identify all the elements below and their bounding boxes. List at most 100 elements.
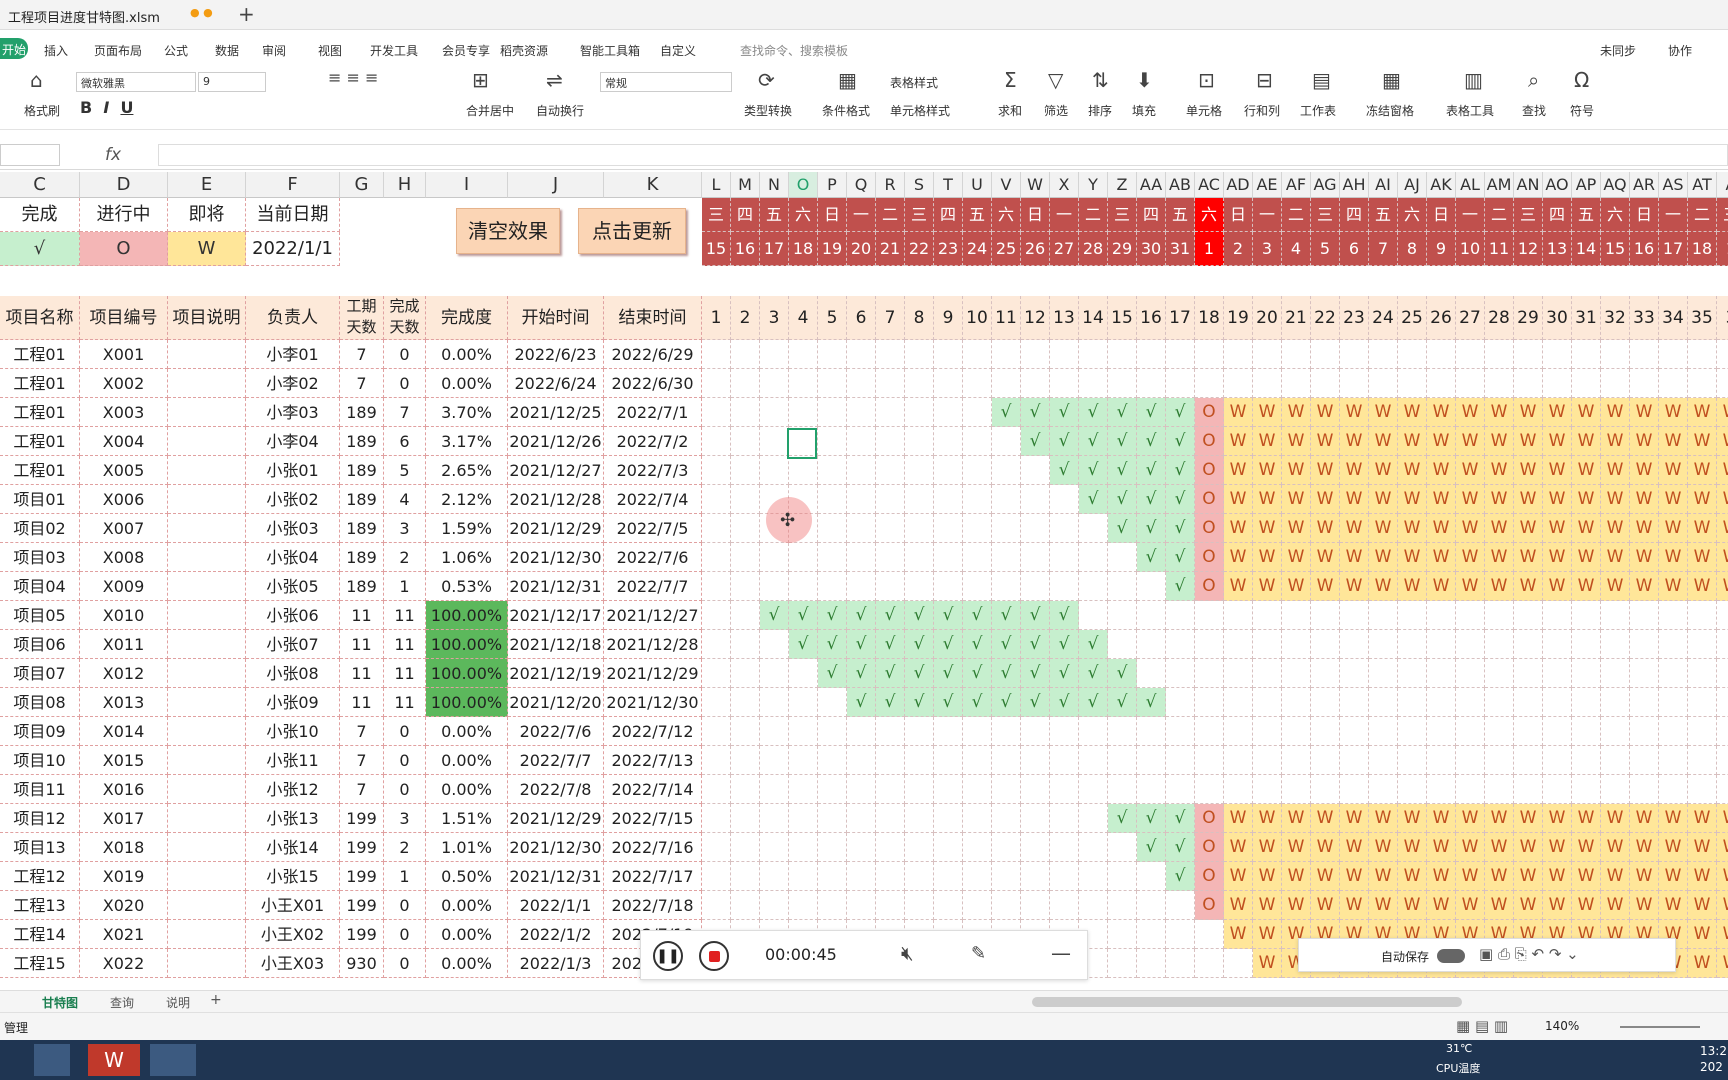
gantt-column-header[interactable]: AA xyxy=(1137,172,1166,198)
table-cell[interactable]: 2021/12/18 xyxy=(508,630,604,659)
gantt-cell[interactable] xyxy=(1369,369,1398,398)
table-cell[interactable] xyxy=(168,572,246,601)
gantt-cell[interactable]: W xyxy=(1427,456,1456,485)
gantt-cell[interactable]: √ xyxy=(847,630,876,659)
gantt-cell[interactable]: √ xyxy=(1021,688,1050,717)
gantt-cell[interactable]: W xyxy=(1398,833,1427,862)
gantt-cell[interactable] xyxy=(1340,717,1369,746)
gantt-cell[interactable] xyxy=(760,427,789,456)
menu-item[interactable]: 智能工具箱 xyxy=(580,42,640,59)
gantt-cell[interactable]: W xyxy=(1485,485,1514,514)
gantt-cell[interactable]: W xyxy=(1659,427,1688,456)
table-cell[interactable] xyxy=(168,601,246,630)
gantt-cell[interactable] xyxy=(1369,775,1398,804)
gantt-cell[interactable] xyxy=(1601,369,1630,398)
gantt-cell[interactable] xyxy=(731,427,760,456)
gantt-cell[interactable] xyxy=(760,543,789,572)
cell-style-button[interactable]: 单元格样式 xyxy=(890,102,950,119)
table-cell[interactable]: 2022/6/23 xyxy=(508,340,604,369)
gantt-cell[interactable]: W xyxy=(1398,427,1427,456)
gantt-cell[interactable]: W xyxy=(1427,862,1456,891)
gantt-cell[interactable]: W xyxy=(1688,572,1717,601)
gantt-cell[interactable] xyxy=(1717,630,1728,659)
gantt-cell[interactable] xyxy=(1050,340,1079,369)
gantt-cell[interactable] xyxy=(1688,717,1717,746)
gantt-cell[interactable] xyxy=(731,514,760,543)
gantt-cell[interactable] xyxy=(1514,775,1543,804)
table-cell[interactable]: 0.00% xyxy=(426,775,508,804)
table-style-button[interactable]: 表格样式 xyxy=(890,74,938,91)
table-tools-icon[interactable]: ▥ xyxy=(1464,68,1483,92)
gantt-cell[interactable] xyxy=(1137,601,1166,630)
clear-effects-button[interactable]: 清空效果 xyxy=(456,208,560,254)
gantt-cell[interactable] xyxy=(992,543,1021,572)
gantt-cell[interactable]: W xyxy=(1630,543,1659,572)
gantt-cell[interactable]: W xyxy=(1601,572,1630,601)
table-cell[interactable]: 2022/1/3 xyxy=(508,949,604,978)
gantt-cell[interactable] xyxy=(963,369,992,398)
gantt-cell[interactable] xyxy=(1572,717,1601,746)
gantt-cell[interactable]: W xyxy=(1630,862,1659,891)
gantt-cell[interactable] xyxy=(1514,630,1543,659)
table-cell[interactable] xyxy=(168,398,246,427)
gantt-cell[interactable] xyxy=(789,340,818,369)
mute-icon[interactable]: 🔇︎ xyxy=(901,941,914,965)
gantt-cell[interactable] xyxy=(1427,369,1456,398)
menu-home[interactable]: 开始 xyxy=(0,38,28,59)
gantt-cell[interactable]: W xyxy=(1224,891,1253,920)
gantt-cell[interactable]: W xyxy=(1514,427,1543,456)
table-cell[interactable]: 2022/6/29 xyxy=(604,340,702,369)
table-cell[interactable]: X018 xyxy=(80,833,168,862)
gantt-cell[interactable] xyxy=(1253,369,1282,398)
gantt-cell[interactable] xyxy=(1485,630,1514,659)
gantt-column-header[interactable]: AD xyxy=(1224,172,1253,198)
gantt-cell[interactable] xyxy=(1514,717,1543,746)
table-cell[interactable]: 小张05 xyxy=(246,572,340,601)
gantt-cell[interactable]: W xyxy=(1601,891,1630,920)
gantt-cell[interactable] xyxy=(1630,601,1659,630)
gantt-cell[interactable]: W xyxy=(1630,427,1659,456)
gantt-cell[interactable]: √ xyxy=(1050,398,1079,427)
gantt-column-header[interactable]: U xyxy=(963,172,992,198)
table-cell[interactable]: 1.06% xyxy=(426,543,508,572)
gantt-cell[interactable] xyxy=(1572,340,1601,369)
font-name-select[interactable]: 微软雅黑 xyxy=(76,72,196,92)
gantt-cell[interactable] xyxy=(876,833,905,862)
gantt-cell[interactable] xyxy=(789,659,818,688)
gantt-cell[interactable]: √ xyxy=(1079,630,1108,659)
gantt-cell[interactable]: W xyxy=(1601,543,1630,572)
gantt-cell[interactable] xyxy=(1108,572,1137,601)
gantt-cell[interactable] xyxy=(760,659,789,688)
gantt-cell[interactable] xyxy=(1543,775,1572,804)
gantt-cell[interactable]: W xyxy=(1485,543,1514,572)
table-cell[interactable]: 项目03 xyxy=(0,543,80,572)
gantt-cell[interactable]: W xyxy=(1717,833,1728,862)
gantt-cell[interactable]: √ xyxy=(818,659,847,688)
gantt-cell[interactable] xyxy=(1021,485,1050,514)
gantt-cell[interactable] xyxy=(1021,891,1050,920)
gantt-cell[interactable] xyxy=(1137,369,1166,398)
gantt-cell[interactable] xyxy=(1137,949,1166,978)
gantt-cell[interactable] xyxy=(702,804,731,833)
gantt-cell[interactable] xyxy=(1485,775,1514,804)
table-cell[interactable]: 小张12 xyxy=(246,775,340,804)
gantt-cell[interactable]: W xyxy=(1311,543,1340,572)
gantt-cell[interactable]: W xyxy=(1514,891,1543,920)
gantt-cell[interactable] xyxy=(1456,630,1485,659)
table-cell[interactable]: X019 xyxy=(80,862,168,891)
gantt-cell[interactable]: W xyxy=(1688,862,1717,891)
gantt-cell[interactable]: W xyxy=(1253,572,1282,601)
gantt-cell[interactable]: W xyxy=(1688,427,1717,456)
gantt-cell[interactable] xyxy=(963,456,992,485)
gantt-cell[interactable]: W xyxy=(1630,456,1659,485)
gantt-cell[interactable]: W xyxy=(1572,572,1601,601)
table-cell[interactable]: X016 xyxy=(80,775,168,804)
gantt-cell[interactable] xyxy=(731,369,760,398)
gantt-cell[interactable] xyxy=(1253,717,1282,746)
gantt-cell[interactable] xyxy=(1166,920,1195,949)
table-cell[interactable] xyxy=(168,775,246,804)
gantt-cell[interactable]: W xyxy=(1630,833,1659,862)
table-cell[interactable]: 2021/12/31 xyxy=(508,572,604,601)
gantt-cell[interactable] xyxy=(1137,891,1166,920)
gantt-cell[interactable]: W xyxy=(1659,833,1688,862)
